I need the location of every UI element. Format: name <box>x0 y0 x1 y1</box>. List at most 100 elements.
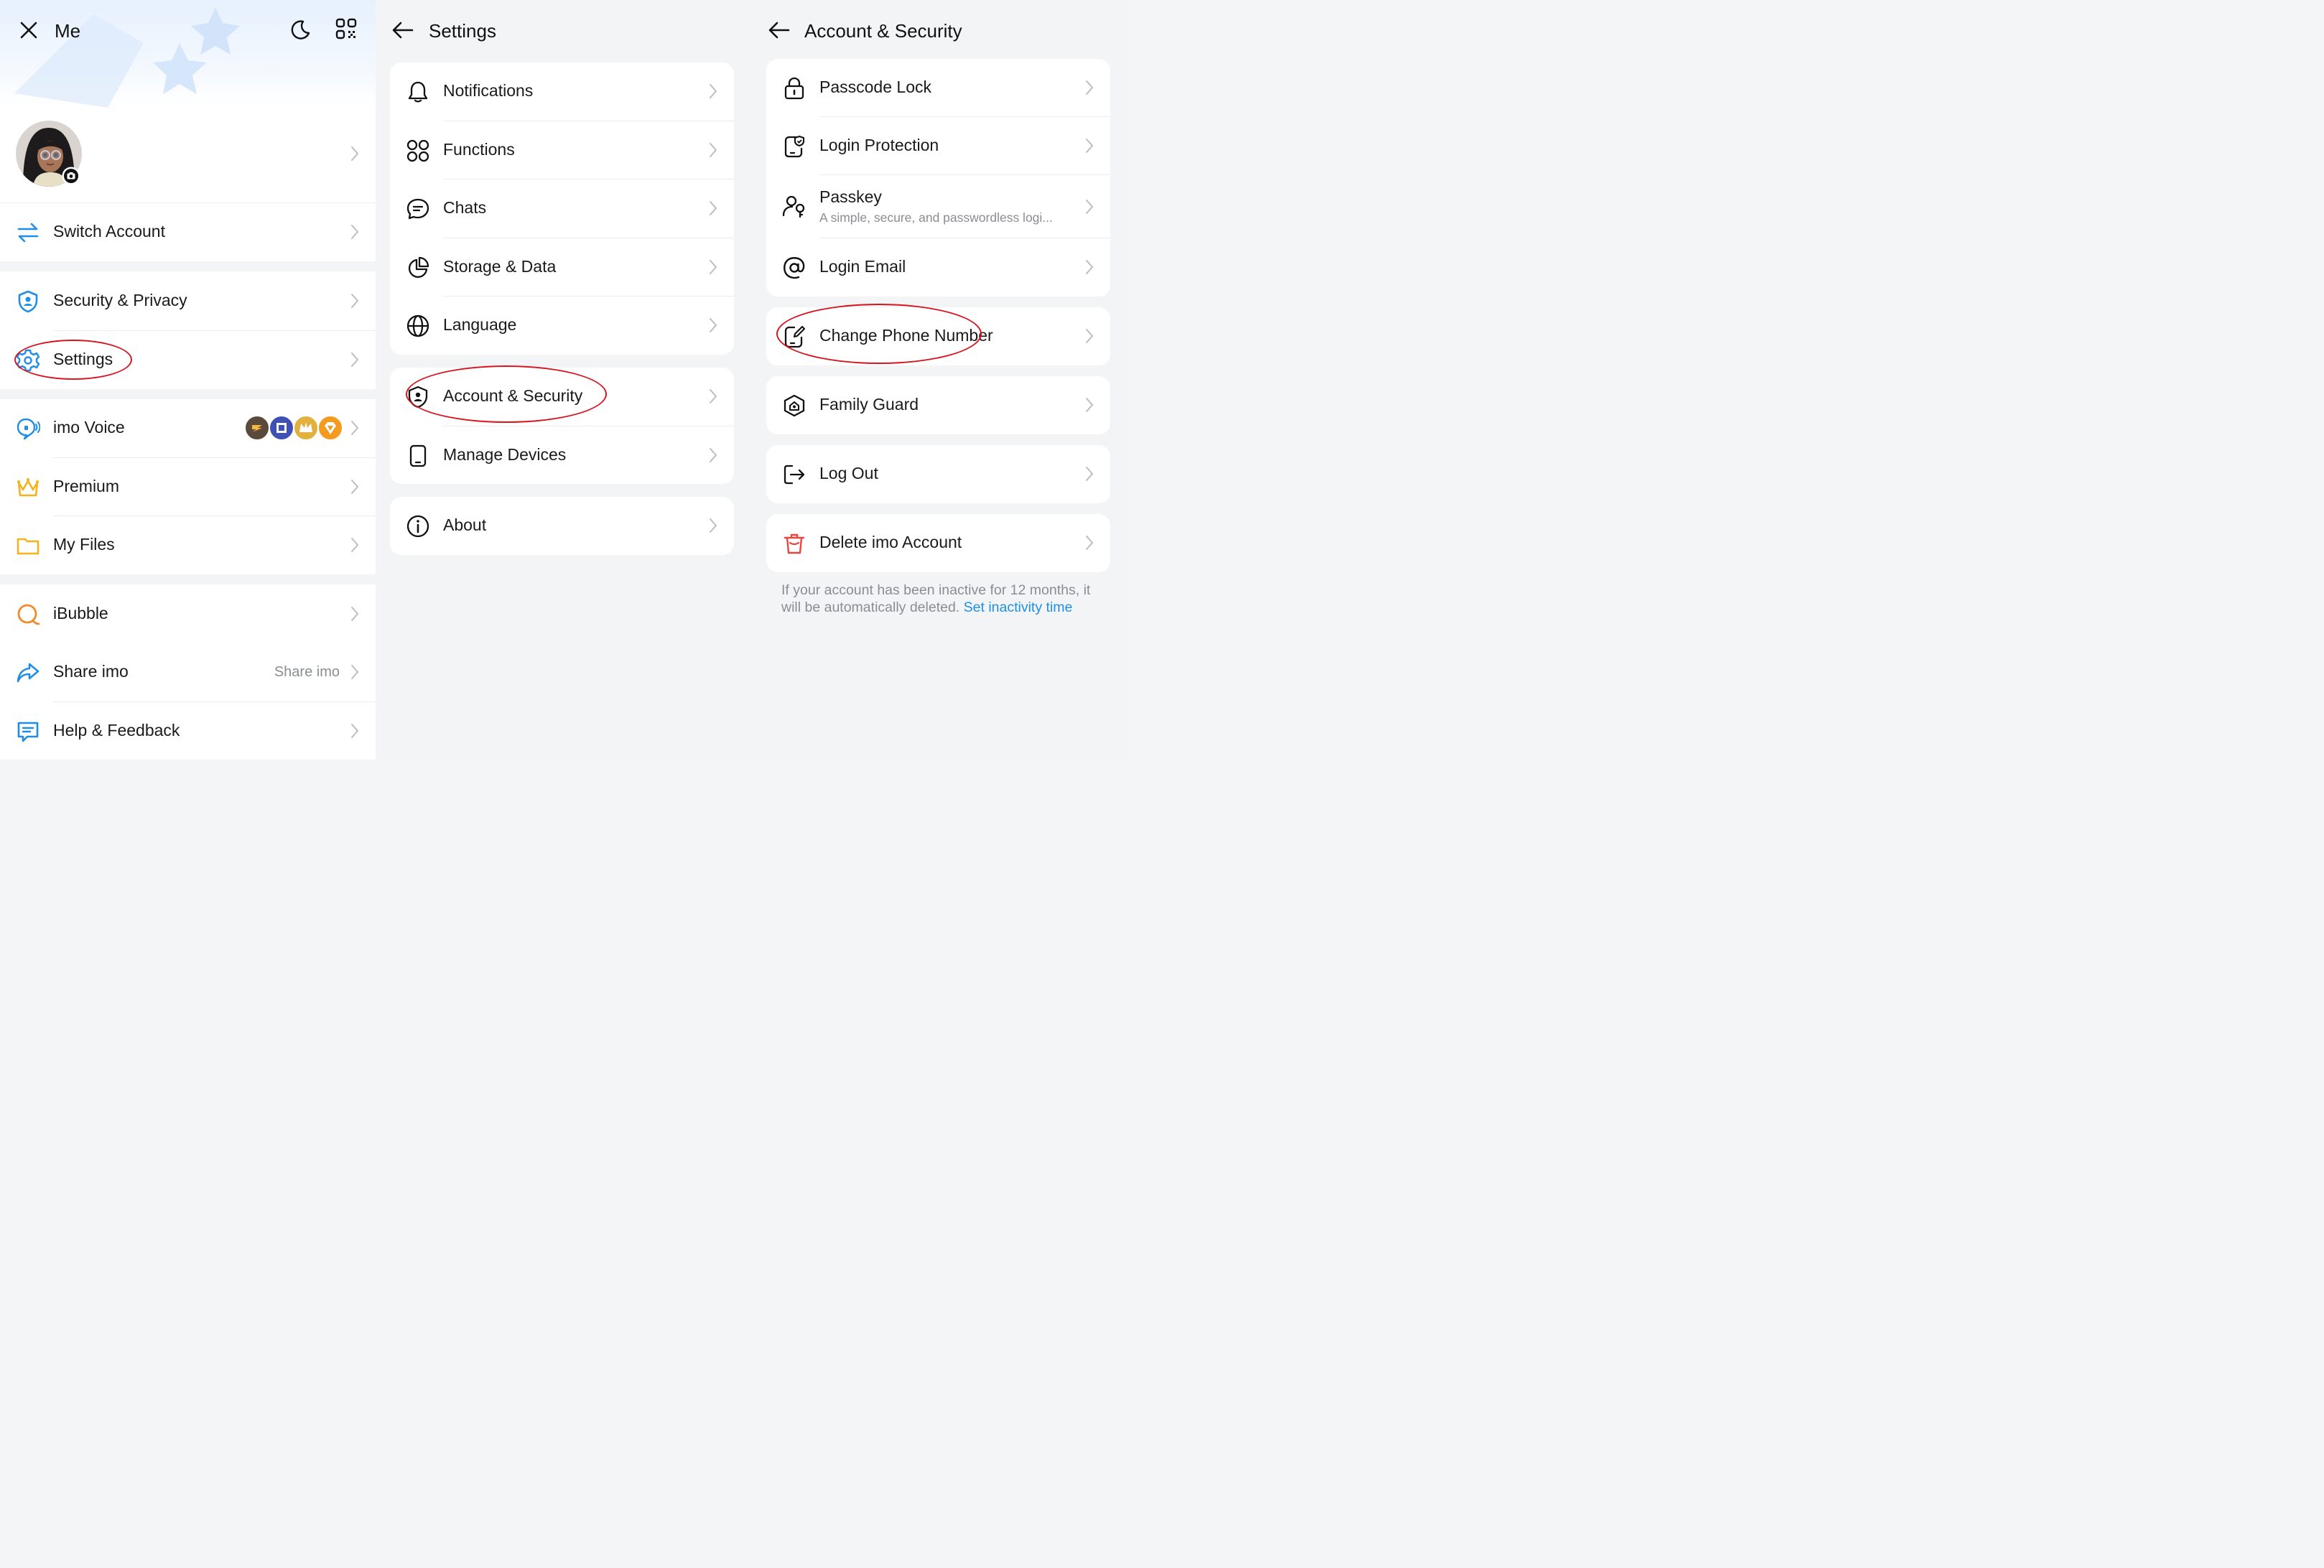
passcode-lock-label: Passcode Lock <box>819 78 931 96</box>
info-icon <box>406 514 430 538</box>
ibubble-label: iBubble <box>53 604 108 622</box>
account-card-family: Family Guard <box>766 376 1110 434</box>
folder-icon <box>16 533 40 558</box>
settings-card-about: About <box>390 497 734 555</box>
back-arrow-icon[interactable] <box>391 20 414 40</box>
chevron-right-icon <box>1084 327 1094 345</box>
trash-icon <box>782 531 807 556</box>
chats-label: Chats <box>443 198 487 217</box>
manage-devices-row[interactable]: Manage Devices <box>390 426 734 484</box>
set-inactivity-link[interactable]: Set inactivity time <box>964 599 1073 615</box>
camera-icon[interactable] <box>62 167 80 185</box>
chevron-right-icon <box>350 223 360 241</box>
chevron-right-icon <box>1084 534 1094 551</box>
chats-row[interactable]: Chats <box>390 179 734 238</box>
switch-account-row[interactable]: Switch Account <box>0 203 376 261</box>
family-guard-row[interactable]: Family Guard <box>766 376 1110 434</box>
about-row[interactable]: About <box>390 497 734 555</box>
functions-row[interactable]: Functions <box>390 121 734 179</box>
shield-user-icon <box>16 289 40 314</box>
log-out-row[interactable]: Log Out <box>766 445 1110 503</box>
chevron-right-icon <box>708 317 718 334</box>
change-phone-label: Change Phone Number <box>819 326 993 345</box>
account-security-header: Account & Security <box>750 16 1126 45</box>
login-email-label: Login Email <box>819 257 906 276</box>
help-feedback-row[interactable]: Help & Feedback <box>0 702 376 760</box>
badge-castle-icon <box>269 415 294 441</box>
notifications-row[interactable]: Notifications <box>390 62 734 121</box>
settings-header: Settings <box>376 16 750 45</box>
profile-row[interactable] <box>0 121 376 187</box>
family-guard-label: Family Guard <box>819 395 919 414</box>
passkey-subtitle: A simple, secure, and passwordless logi.… <box>819 210 1053 225</box>
phone-shield-icon <box>782 134 807 159</box>
back-arrow-icon[interactable] <box>768 20 791 40</box>
language-row[interactable]: Language <box>390 297 734 355</box>
chevron-right-icon <box>708 141 718 159</box>
chevron-right-icon <box>1084 79 1094 96</box>
security-privacy-label: Security & Privacy <box>53 291 187 309</box>
premium-row[interactable]: Premium <box>0 458 376 516</box>
settings-row[interactable]: Settings <box>0 331 376 389</box>
share-imo-value: Share imo <box>274 664 340 680</box>
storage-data-row[interactable]: Storage & Data <box>390 238 734 297</box>
page-title: Settings <box>429 20 496 42</box>
login-email-row[interactable]: Login Email <box>766 238 1110 297</box>
imo-voice-label: imo Voice <box>53 418 125 437</box>
switch-arrows-icon <box>16 220 40 245</box>
badge-crown-icon <box>293 415 319 441</box>
passkey-icon <box>782 194 807 218</box>
chevron-right-icon <box>350 478 360 495</box>
badge-s-icon <box>244 415 270 441</box>
chevron-right-icon <box>708 388 718 405</box>
chevron-right-icon <box>1084 258 1094 276</box>
chevron-right-icon <box>708 200 718 217</box>
delete-account-row[interactable]: Delete imo Account <box>766 514 1110 572</box>
chevron-right-icon <box>1084 396 1094 414</box>
me-panel: Me Switch Account Security & Privacy Set… <box>0 0 376 760</box>
chevron-right-icon <box>708 517 718 534</box>
chevron-right-icon <box>1084 137 1094 154</box>
feedback-icon <box>16 719 40 744</box>
lock-icon <box>782 76 807 101</box>
delete-account-label: Delete imo Account <box>819 533 962 551</box>
login-protection-label: Login Protection <box>819 136 939 154</box>
premium-label: Premium <box>53 477 120 495</box>
share-imo-row[interactable]: Share imo Share imo <box>0 643 376 701</box>
at-sign-icon <box>782 256 807 280</box>
voice-chat-icon <box>16 416 40 441</box>
family-shield-icon <box>782 393 807 418</box>
passkey-row[interactable]: Passkey A simple, secure, and passwordle… <box>766 175 1110 238</box>
badge-gem-icon <box>317 415 343 441</box>
gear-icon <box>16 348 40 373</box>
chevron-right-icon <box>708 83 718 100</box>
account-security-label: Account & Security <box>443 386 583 405</box>
chevron-right-icon <box>350 351 360 368</box>
chevron-right-icon <box>350 536 360 554</box>
my-files-row[interactable]: My Files <box>0 516 376 574</box>
imo-voice-row[interactable]: imo Voice <box>0 399 376 457</box>
login-protection-row[interactable]: Login Protection <box>766 117 1110 175</box>
share-arrow-icon <box>16 661 40 685</box>
security-privacy-row[interactable]: Security & Privacy <box>0 272 376 330</box>
chevron-right-icon <box>350 292 360 309</box>
section-gap <box>0 389 376 399</box>
about-label: About <box>443 515 487 534</box>
phone-edit-icon <box>782 325 807 349</box>
account-security-row[interactable]: Account & Security <box>390 368 734 426</box>
shield-user-icon <box>406 385 430 409</box>
ibubble-row[interactable]: iBubble <box>0 585 376 643</box>
chat-bubble-icon <box>406 197 430 221</box>
log-out-label: Log Out <box>819 464 878 482</box>
change-phone-row[interactable]: Change Phone Number <box>766 307 1110 365</box>
storage-data-label: Storage & Data <box>443 257 557 276</box>
pie-chart-icon <box>406 256 430 280</box>
account-security-panel: Account & Security Passcode Lock Login P… <box>750 0 1126 760</box>
close-icon[interactable] <box>19 20 39 40</box>
bubble-icon <box>16 602 40 627</box>
passcode-lock-row[interactable]: Passcode Lock <box>766 59 1110 117</box>
moon-icon[interactable] <box>289 19 312 42</box>
qr-code-icon[interactable] <box>335 17 358 40</box>
my-files-label: My Files <box>53 535 115 554</box>
account-card-delete: Delete imo Account <box>766 514 1110 572</box>
